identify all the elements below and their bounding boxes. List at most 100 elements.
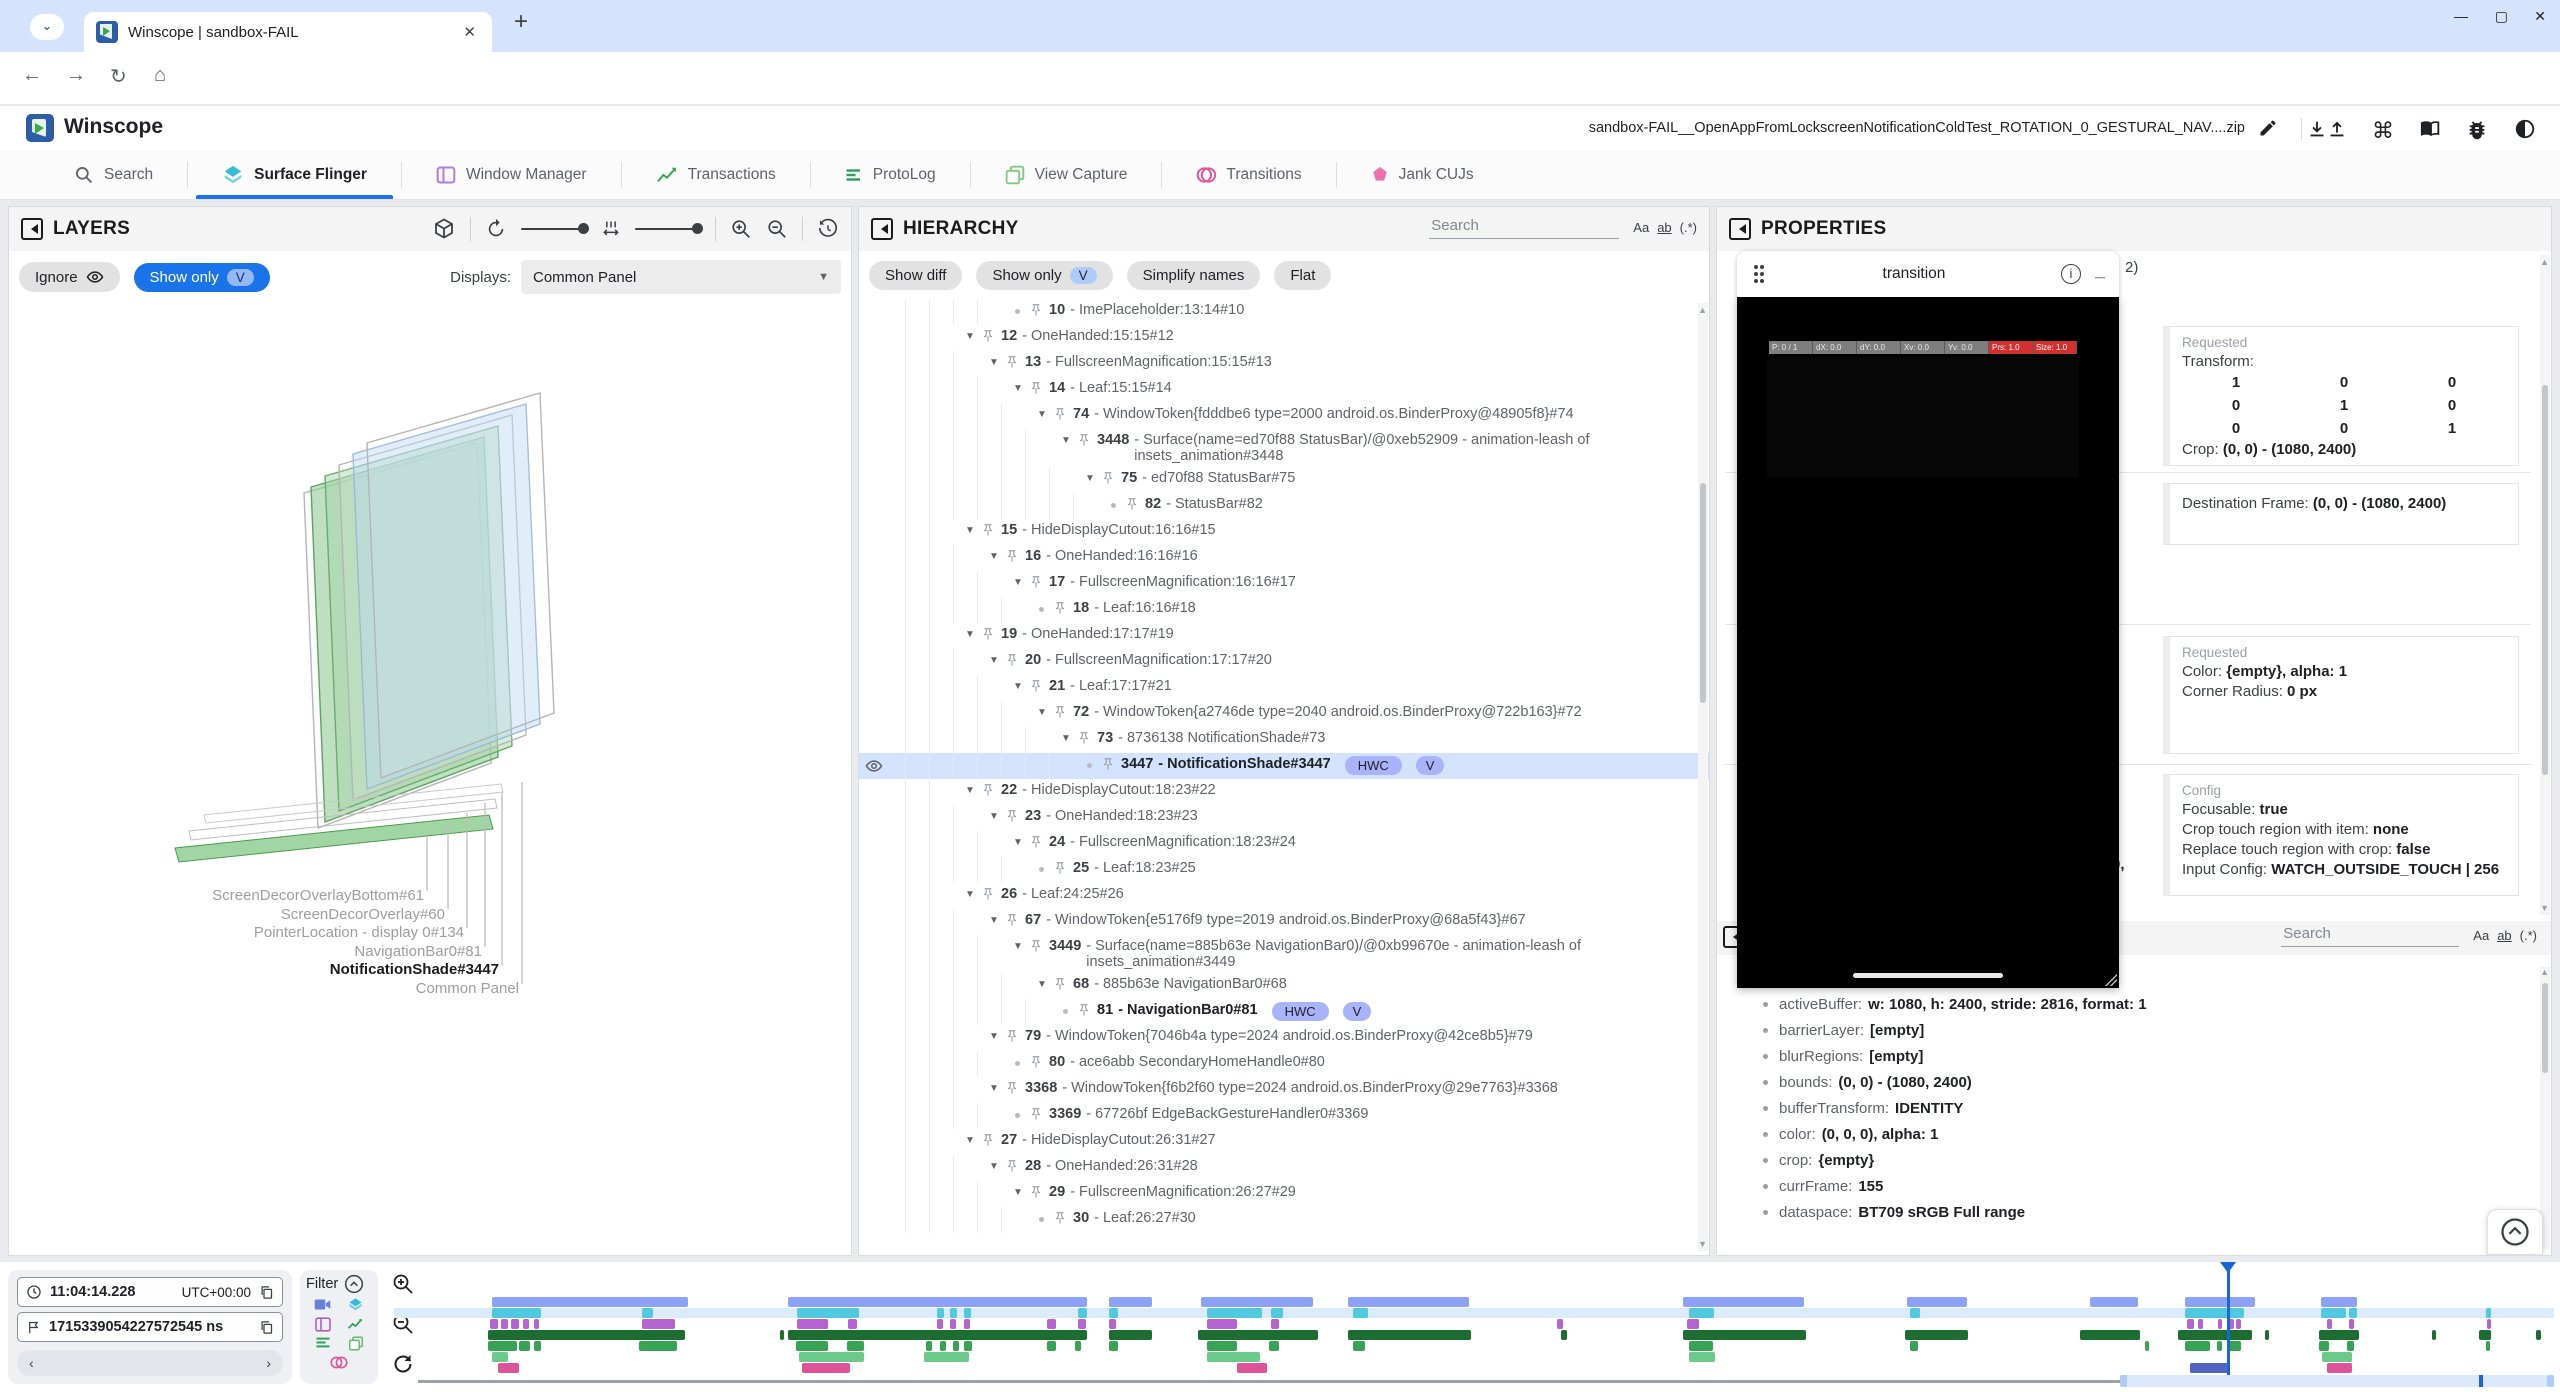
hierarchy-row[interactable]: ▼14- Leaf:15:15#14 xyxy=(859,377,1709,403)
3d-view-icon[interactable] xyxy=(432,217,456,241)
hierarchy-row[interactable]: 10- ImePlaceholder:13:14#10 xyxy=(859,299,1709,325)
property-row[interactable]: color:(0, 0, 0), alpha: 1 xyxy=(1717,1121,2551,1147)
view-capture-filter-icon[interactable] xyxy=(348,1336,364,1351)
protolog-filter-icon[interactable] xyxy=(315,1336,331,1349)
overlay-titlebar[interactable]: transition i _ xyxy=(1737,251,2119,297)
property-row[interactable]: currFrame:155 xyxy=(1717,1173,2551,1199)
hierarchy-row[interactable]: ▼20- FullscreenMagnification:17:17#20 xyxy=(859,649,1709,675)
property-row[interactable]: crop:{empty} xyxy=(1717,1147,2551,1173)
minimize-icon[interactable]: _ xyxy=(2095,260,2105,289)
hierarchy-row[interactable]: ▼16- OneHanded:16:16#16 xyxy=(859,545,1709,571)
hierarchy-row[interactable]: ▼72- WindowToken{a2746de type=2040 andro… xyxy=(859,701,1709,727)
window-maximize-icon[interactable]: ▢ xyxy=(2495,8,2508,25)
hierarchy-row[interactable]: ▼22- HideDisplayCutout:18:23#22 xyxy=(859,779,1709,805)
spacing-slider[interactable] xyxy=(635,228,701,231)
view-capture-track[interactable] xyxy=(418,1352,2554,1362)
hierarchy-row[interactable]: ▼75- ed70f88 StatusBar#75 xyxy=(859,467,1709,493)
window-close-icon[interactable]: ✕ xyxy=(2534,8,2546,25)
ns-time-input[interactable]: 1715339054227572545 ns xyxy=(17,1312,283,1342)
hierarchy-row[interactable]: ▼67- WindowToken{e5176f9 type=2019 andro… xyxy=(859,909,1709,935)
hierarchy-row[interactable]: ▼19- OneHanded:17:17#19 xyxy=(859,623,1709,649)
hierarchy-row[interactable]: 3369- 67726bf EdgeBackGestureHandler0#33… xyxy=(859,1103,1709,1129)
layer-label[interactable]: ScreenDecorOverlayBottom#61 xyxy=(212,887,424,904)
timeline-reset-zoom-icon[interactable] xyxy=(391,1352,415,1376)
hierarchy-row[interactable]: ▼3368- WindowToken{f6b2f60 type=2024 and… xyxy=(859,1077,1709,1103)
zoom-in-icon[interactable] xyxy=(730,218,752,240)
timeline-scrollbar[interactable] xyxy=(418,1375,2554,1387)
hierarchy-chip-show-only[interactable]: Show onlyV xyxy=(976,261,1112,290)
nav-tab-view-capture[interactable]: View Capture xyxy=(971,150,1162,199)
nav-tab-protolog[interactable]: ProtoLog xyxy=(811,150,970,199)
hierarchy-row[interactable]: ▼24- FullscreenMagnification:18:23#24 xyxy=(859,831,1709,857)
hierarchy-row[interactable]: 30- Leaf:26:27#30 xyxy=(859,1207,1709,1233)
search-match-options[interactable]: Aaab(.*) xyxy=(1633,220,1697,239)
edit-icon[interactable] xyxy=(2258,118,2278,138)
property-row[interactable]: barrierLayer:[empty] xyxy=(1717,1017,2551,1043)
info-icon[interactable]: i xyxy=(2061,264,2081,284)
hierarchy-row[interactable]: ▼73- 8736138 NotificationShade#73 xyxy=(859,727,1709,753)
screen-recording-filter-icon[interactable] xyxy=(314,1297,331,1312)
hierarchy-row[interactable]: 18- Leaf:16:16#18 xyxy=(859,597,1709,623)
layer-label[interactable]: NotificationShade#3447 xyxy=(330,961,499,978)
surface-flinger-filter-icon[interactable] xyxy=(347,1297,364,1313)
hierarchy-chip-simplify-names[interactable]: Simplify names xyxy=(1127,261,1261,290)
tab-close-icon[interactable]: ✕ xyxy=(459,23,480,41)
displays-select[interactable]: Common Panel▼ xyxy=(521,260,841,294)
shortcuts-icon[interactable]: ⌘ xyxy=(2372,118,2394,144)
screen-recording-track[interactable] xyxy=(418,1308,2554,1318)
reload-icon[interactable]: ↻ xyxy=(110,64,127,89)
properties-search-input[interactable]: Search xyxy=(2281,923,2459,947)
home-icon[interactable]: ⌂ xyxy=(154,64,166,87)
layer-label[interactable]: NavigationBar0#81 xyxy=(354,943,482,960)
download-icon[interactable] xyxy=(2306,118,2328,140)
properties-scrollbar[interactable]: ▲ ▼ xyxy=(2540,255,2550,915)
collapse-panel-icon[interactable] xyxy=(1729,218,1751,240)
hierarchy-row[interactable]: 3447- NotificationShade#3447HWCV xyxy=(859,753,1709,779)
documentation-icon[interactable] xyxy=(2420,118,2442,140)
transactions-track[interactable] xyxy=(418,1319,2554,1329)
hierarchy-row[interactable]: ▼23- OneHanded:18:23#23 xyxy=(859,805,1709,831)
show-only-chip[interactable]: Show only V xyxy=(134,263,270,292)
collapse-panel-icon[interactable] xyxy=(21,218,43,240)
tab-search-button[interactable]: ⌄ xyxy=(30,14,64,40)
nav-tab-jank-cujs[interactable]: Jank CUJs xyxy=(1337,150,1508,199)
zoom-out-icon[interactable] xyxy=(766,218,788,240)
hierarchy-row[interactable]: ▼29- FullscreenMagnification:26:27#29 xyxy=(859,1181,1709,1207)
property-row[interactable]: bufferTransform:IDENTITY xyxy=(1717,1095,2551,1121)
copy-icon[interactable] xyxy=(259,1285,274,1300)
hierarchy-row[interactable]: ▼26- Leaf:24:25#26 xyxy=(859,883,1709,909)
nav-tab-search[interactable]: Search xyxy=(40,150,187,199)
timeline-mini-scrollbar[interactable]: ‹› xyxy=(17,1350,283,1376)
transitions-track[interactable] xyxy=(418,1363,2554,1373)
property-row[interactable]: activeBuffer:w: 1080, h: 2400, stride: 2… xyxy=(1717,991,2551,1017)
hierarchy-row[interactable]: ▼13- FullscreenMagnification:15:15#13 xyxy=(859,351,1709,377)
layer-label[interactable]: ScreenDecorOverlay#60 xyxy=(281,906,445,923)
layers-3d-canvas[interactable]: ScreenDecorOverlayBottom#61 ScreenDecorOv… xyxy=(9,303,851,1256)
hierarchy-row[interactable]: ▼3448- Surface(name=ed70f88 StatusBar)/@… xyxy=(859,429,1709,467)
window-minimize-icon[interactable]: — xyxy=(2454,8,2468,24)
nav-tab-window-manager[interactable]: Window Manager xyxy=(402,150,621,199)
nav-tab-surface-flinger[interactable]: Surface Flinger xyxy=(188,150,401,199)
browser-tab[interactable]: Winscope | sandbox-FAIL ✕ xyxy=(84,12,492,52)
property-row[interactable]: bounds:(0, 0) - (1080, 2400) xyxy=(1717,1069,2551,1095)
search-match-options[interactable]: Aaab(.*) xyxy=(2473,928,2537,947)
hierarchy-row[interactable]: ▼12- OneHanded:15:15#12 xyxy=(859,325,1709,351)
nav-tab-transactions[interactable]: Transactions xyxy=(622,150,810,199)
timeline-zoom-in-icon[interactable] xyxy=(391,1272,415,1296)
dark-mode-icon[interactable] xyxy=(2514,118,2536,140)
transactions-filter-icon[interactable] xyxy=(347,1317,364,1331)
hierarchy-row[interactable]: 80- ace6abb SecondaryHomeHandle0#80 xyxy=(859,1051,1709,1077)
drag-handle-icon[interactable] xyxy=(1751,263,1767,285)
hierarchy-row[interactable]: ▼15- HideDisplayCutout:16:16#15 xyxy=(859,519,1709,545)
property-row[interactable]: dataspace:BT709 sRGB Full range xyxy=(1717,1199,2551,1225)
hierarchy-row[interactable]: ▼27- HideDisplayCutout:26:31#27 xyxy=(859,1129,1709,1155)
ignore-chip[interactable]: Ignore xyxy=(19,262,120,292)
properties-list-scrollbar[interactable]: ▲ xyxy=(2540,967,2550,1249)
spacing-icon[interactable] xyxy=(601,219,621,239)
timeline-track-area[interactable] xyxy=(418,1262,2554,1392)
hierarchy-row[interactable]: ▼74- WindowToken{fdddbe6 type=2000 andro… xyxy=(859,403,1709,429)
back-icon[interactable]: ← xyxy=(22,64,42,87)
hierarchy-scrollbar[interactable]: ▲ ▼ xyxy=(1698,303,1708,1251)
rotation-icon[interactable] xyxy=(485,218,507,240)
window-manager-track[interactable] xyxy=(418,1341,2554,1351)
